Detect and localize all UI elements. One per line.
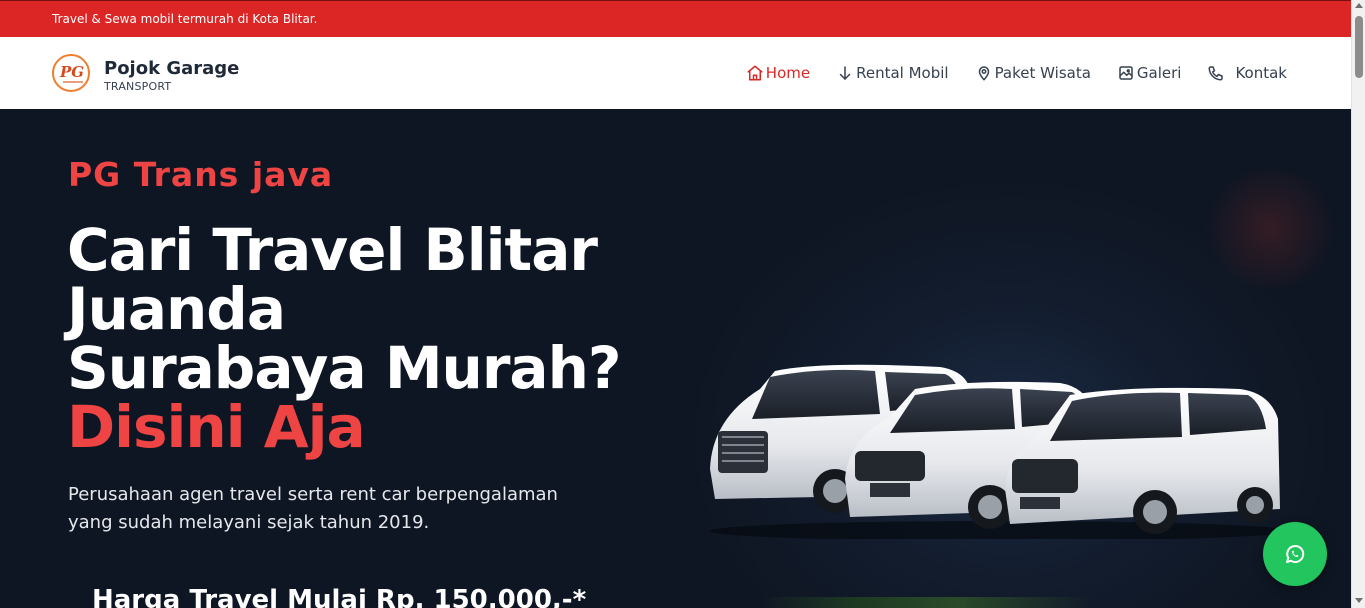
brand-logo[interactable]: PG bbox=[52, 54, 90, 92]
logo-text: PG bbox=[60, 63, 85, 81]
scroll-up-arrow-icon[interactable] bbox=[1355, 3, 1363, 8]
arrow-down-icon bbox=[839, 66, 851, 80]
main-nav: Home Rental Mobil Paket Wisata Galeri Ko… bbox=[720, 37, 1287, 109]
nav-label-rental-mobil: Rental Mobil bbox=[856, 64, 949, 82]
image-icon bbox=[1119, 66, 1133, 80]
map-pin-icon bbox=[978, 66, 989, 81]
whatsapp-icon bbox=[1286, 545, 1305, 564]
hero-title-line-2: Juanda bbox=[67, 275, 286, 343]
nav-label-paket-wisata: Paket Wisata bbox=[994, 64, 1091, 82]
page-scrollbar[interactable] bbox=[1351, 0, 1365, 608]
site-header: PG Pojok Garage TRANSPORT Home Rental Mo… bbox=[0, 37, 1351, 109]
home-icon bbox=[747, 65, 763, 81]
whatsapp-button[interactable] bbox=[1263, 522, 1327, 586]
hero-eyebrow: PG Trans java bbox=[68, 155, 334, 194]
top-announcement-bar: Travel & Sewa mobil termurah di Kota Bli… bbox=[0, 0, 1351, 37]
hero-background-glow bbox=[1200, 169, 1340, 289]
hero-title-line-3: Surabaya Murah? bbox=[67, 334, 622, 402]
nav-label-home: Home bbox=[765, 64, 811, 82]
scrollbar-thumb[interactable] bbox=[1355, 16, 1363, 78]
nav-label-galeri: Galeri bbox=[1136, 64, 1182, 82]
announcement-text: Travel & Sewa mobil termurah di Kota Bli… bbox=[52, 12, 318, 26]
brand-name[interactable]: Pojok Garage bbox=[104, 58, 239, 79]
scroll-down-arrow-icon[interactable] bbox=[1355, 598, 1363, 603]
nav-item-kontak[interactable]: Kontak bbox=[1207, 64, 1287, 82]
logo-underline bbox=[63, 81, 83, 83]
hero-section: PG Trans java Cari Travel Blitar Juanda … bbox=[0, 109, 1351, 608]
phone-icon bbox=[1208, 66, 1224, 81]
hero-description: Perusahaan agen travel serta rent car be… bbox=[68, 484, 558, 533]
hero-background-foliage bbox=[760, 597, 1090, 608]
hero-title-line-1: Cari Travel Blitar bbox=[67, 216, 598, 284]
hero-cars-image bbox=[710, 364, 1290, 539]
nav-item-galeri[interactable]: Galeri bbox=[1117, 64, 1182, 82]
hero-title: Cari Travel Blitar Juanda Surabaya Murah… bbox=[67, 221, 627, 457]
nav-item-home[interactable]: Home bbox=[746, 64, 810, 82]
hero-title-accent: Disini Aja bbox=[67, 393, 366, 461]
brand-subtitle: TRANSPORT bbox=[104, 80, 172, 93]
hero-price: Harga Travel Mulai Rp. 150.000,-* bbox=[92, 585, 587, 608]
nav-item-paket-wisata[interactable]: Paket Wisata bbox=[975, 64, 1091, 82]
nav-item-rental-mobil[interactable]: Rental Mobil bbox=[836, 64, 949, 82]
nav-label-kontak: Kontak bbox=[1235, 64, 1287, 82]
